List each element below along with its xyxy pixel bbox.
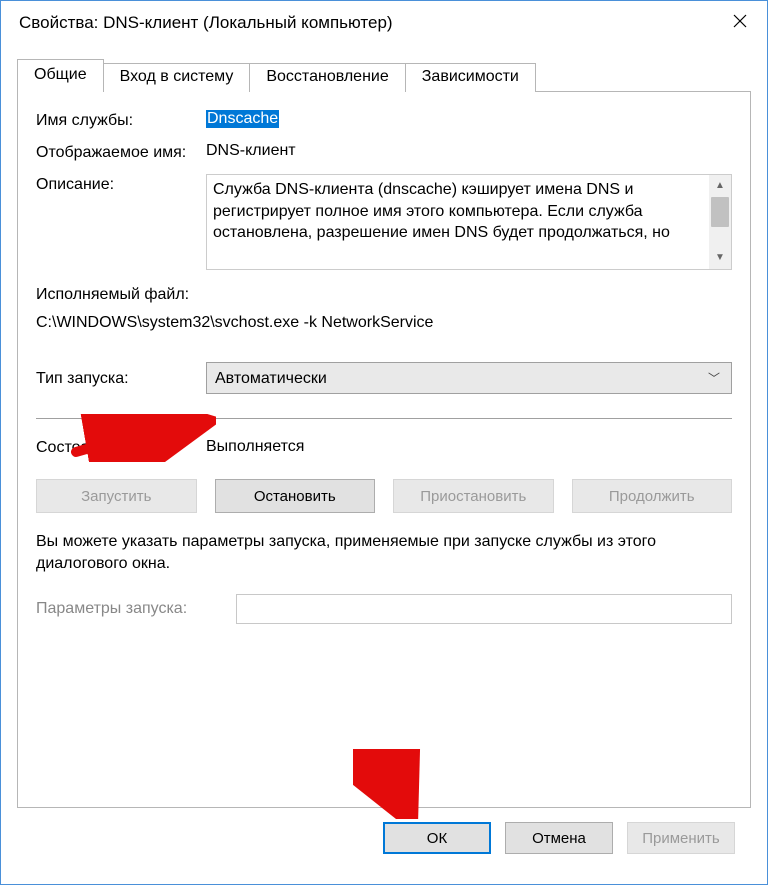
ok-button[interactable]: ОК — [383, 822, 491, 854]
resume-button[interactable]: Продолжить — [572, 479, 733, 513]
display-name-label: Отображаемое имя: — [36, 142, 206, 162]
tab-label: Восстановление — [266, 68, 388, 85]
service-name-label: Имя службы: — [36, 110, 206, 130]
row-service-name: Имя службы: Dnscache — [36, 110, 732, 130]
scroll-thumb[interactable] — [711, 197, 729, 227]
description-text: Служба DNS-клиента (dnscache) кэширует и… — [213, 181, 670, 241]
row-description: Описание: Служба DNS-клиента (dnscache) … — [36, 174, 732, 270]
close-icon — [733, 14, 747, 32]
state-label: Состояние: — [36, 437, 206, 457]
tab-dependencies[interactable]: Зависимости — [405, 63, 536, 92]
scroll-down-icon[interactable]: ▼ — [709, 247, 731, 269]
startup-params-help: Вы можете указать параметры запуска, при… — [36, 531, 732, 576]
tab-label: Зависимости — [422, 68, 519, 85]
scroll-track[interactable] — [709, 197, 731, 247]
window-title: Свойства: DNS-клиент (Локальный компьюте… — [13, 13, 393, 33]
dialog-buttons: ОК Отмена Применить — [17, 808, 751, 870]
pause-button[interactable]: Приостановить — [393, 479, 554, 513]
cancel-button[interactable]: Отмена — [505, 822, 613, 854]
row-start-params: Параметры запуска: — [36, 594, 732, 624]
display-name-value: DNS-клиент — [206, 142, 732, 160]
start-params-input[interactable] — [236, 594, 732, 624]
state-value: Выполняется — [206, 438, 732, 456]
description-scrollbar[interactable]: ▲ ▼ — [709, 175, 731, 269]
description-label: Описание: — [36, 174, 206, 194]
tab-logon[interactable]: Вход в систему — [103, 63, 251, 92]
startup-type-label: Тип запуска: — [36, 368, 206, 388]
tab-panel-general: Имя службы: Dnscache Отображаемое имя: D… — [17, 91, 751, 808]
start-params-label: Параметры запуска: — [36, 600, 236, 618]
content-area: Общие Вход в систему Восстановление Зави… — [1, 45, 767, 884]
executable-label: Исполняемый файл: — [36, 286, 732, 304]
service-name-value: Dnscache — [206, 110, 732, 128]
properties-dialog: Свойства: DNS-клиент (Локальный компьюте… — [0, 0, 768, 885]
row-display-name: Отображаемое имя: DNS-клиент — [36, 142, 732, 162]
apply-button[interactable]: Применить — [627, 822, 735, 854]
executable-path: C:\WINDOWS\system32\svchost.exe -k Netwo… — [36, 314, 732, 332]
service-name-text: Dnscache — [206, 110, 279, 128]
tab-label: Вход в систему — [120, 68, 234, 85]
row-startup-type: Тип запуска: Автоматически ﹀ — [36, 362, 732, 394]
row-state: Состояние: Выполняется — [36, 437, 732, 457]
startup-type-select[interactable]: Автоматически — [206, 362, 732, 394]
scroll-up-icon[interactable]: ▲ — [709, 175, 731, 197]
tab-general[interactable]: Общие — [17, 59, 104, 92]
titlebar: Свойства: DNS-клиент (Локальный компьюте… — [1, 1, 767, 45]
close-button[interactable] — [713, 1, 767, 45]
startup-type-select-wrap: Автоматически ﹀ — [206, 362, 732, 394]
tab-label: Общие — [34, 66, 87, 83]
stop-button[interactable]: Остановить — [215, 479, 376, 513]
tabstrip: Общие Вход в систему Восстановление Зави… — [17, 59, 751, 92]
service-control-buttons: Запустить Остановить Приостановить Продо… — [36, 479, 732, 513]
description-box: Служба DNS-клиента (dnscache) кэширует и… — [206, 174, 732, 270]
tab-recovery[interactable]: Восстановление — [249, 63, 405, 92]
separator — [36, 418, 732, 419]
start-button[interactable]: Запустить — [36, 479, 197, 513]
